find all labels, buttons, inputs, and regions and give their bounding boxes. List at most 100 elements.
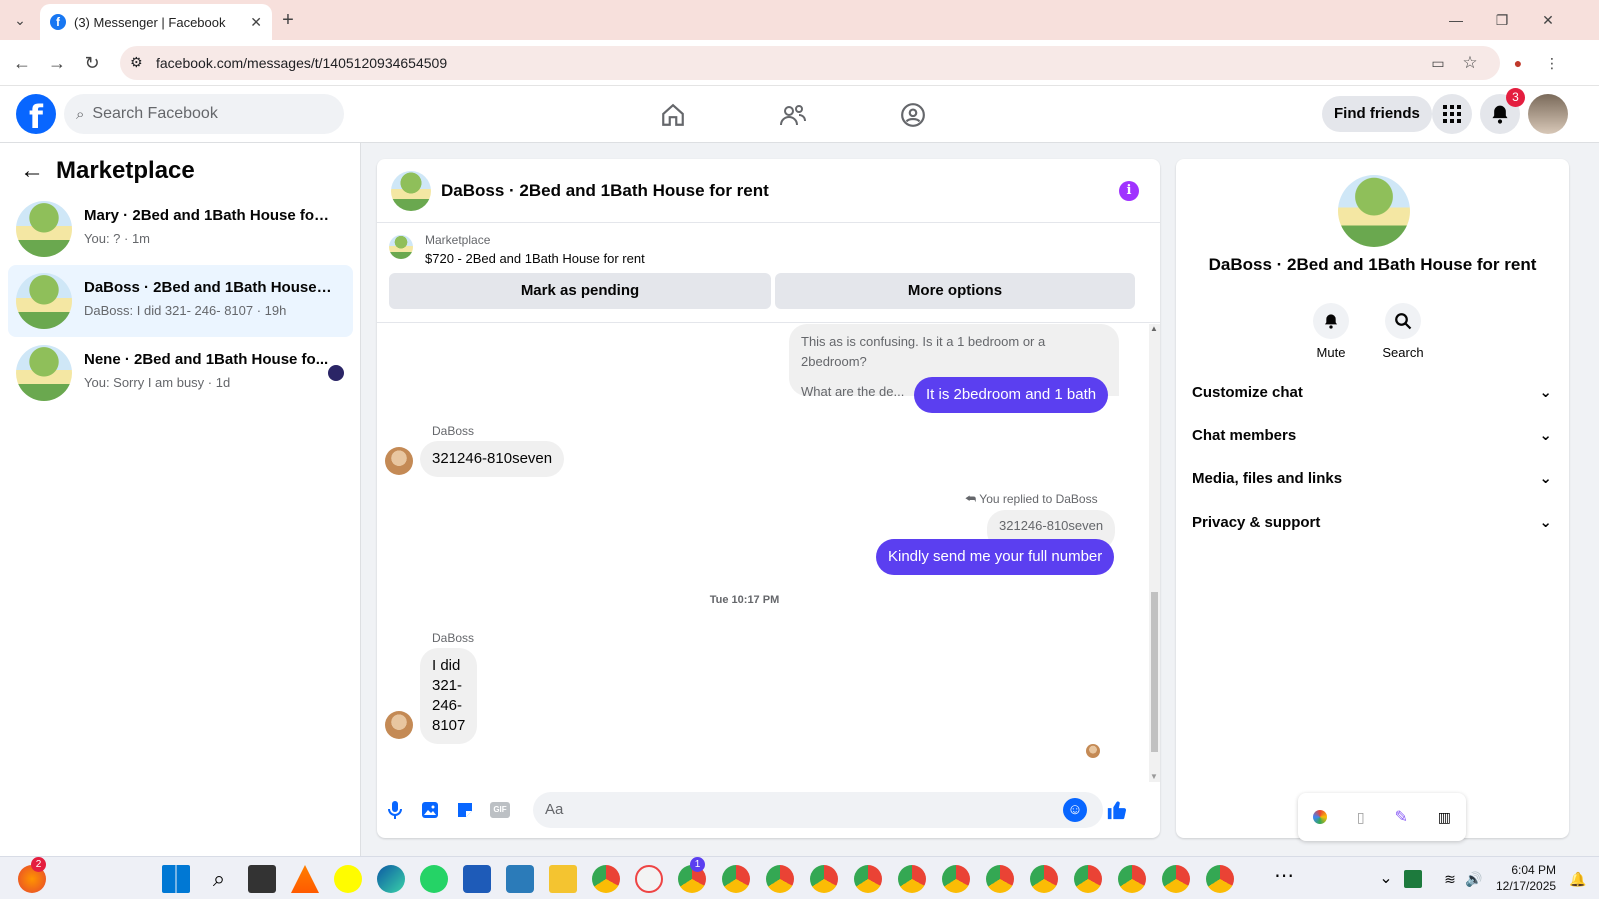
windows-start-icon[interactable] bbox=[162, 865, 190, 893]
chat-title[interactable]: DaBoss · 2Bed and 1Bath House for rent bbox=[441, 181, 769, 201]
photo-icon[interactable] bbox=[418, 798, 442, 822]
facebook-search-input[interactable]: ⌕ Search Facebook bbox=[64, 94, 344, 134]
tray-chevron-icon[interactable]: ⌄ bbox=[1372, 865, 1400, 893]
media-files-links-row[interactable]: Media, files and links ⌄ bbox=[1192, 459, 1552, 499]
taskbar-search-icon[interactable]: ⌕ bbox=[205, 865, 233, 893]
chrome-profile-icon[interactable] bbox=[986, 865, 1014, 893]
snapchat-icon[interactable] bbox=[334, 865, 362, 893]
conversation-item[interactable]: Nene · 2Bed and 1Bath House fo... You: S… bbox=[8, 337, 353, 409]
listing-price-title[interactable]: $720 - 2Bed and 1Bath House for rent bbox=[425, 251, 645, 266]
tab-close-icon[interactable]: ✕ bbox=[250, 14, 262, 31]
forward-arrow-icon[interactable]: → bbox=[45, 51, 69, 75]
monitor-app-icon[interactable] bbox=[506, 865, 534, 893]
vlc-icon[interactable] bbox=[291, 865, 319, 893]
gif-icon[interactable]: GIF bbox=[488, 798, 512, 822]
minimize-icon[interactable]: — bbox=[1444, 8, 1468, 32]
scroll-thumb[interactable] bbox=[1151, 592, 1158, 752]
menu-grid-icon[interactable] bbox=[1432, 94, 1472, 134]
chart-extension-icon[interactable]: ▥ bbox=[1438, 809, 1451, 826]
chrome-profile-icon[interactable] bbox=[898, 865, 926, 893]
conversation-name: Nene · 2Bed and 1Bath House fo... bbox=[84, 351, 329, 368]
chrome-profile-icon[interactable] bbox=[810, 865, 838, 893]
chat-members-row[interactable]: Chat members ⌄ bbox=[1192, 416, 1552, 456]
outgoing-message[interactable]: Kindly send me your full number bbox=[876, 539, 1115, 575]
task-view-icon[interactable] bbox=[248, 865, 276, 893]
mute-button[interactable]: Mute bbox=[1301, 303, 1361, 360]
scroll-up-icon[interactable]: ▲ bbox=[1150, 324, 1158, 333]
groups-icon[interactable] bbox=[896, 98, 930, 132]
more-options-button[interactable]: More options bbox=[775, 273, 1135, 309]
chrome-profile-icon[interactable] bbox=[1030, 865, 1058, 893]
sheets-tray-icon[interactable] bbox=[1404, 870, 1422, 888]
chrome-profile-icon[interactable] bbox=[854, 865, 882, 893]
notification-bell-icon[interactable]: 🔔 bbox=[1566, 865, 1590, 893]
account-avatar[interactable] bbox=[1528, 94, 1568, 134]
more-apps-icon[interactable]: ⋯ bbox=[1270, 865, 1298, 893]
file-explorer-icon[interactable] bbox=[549, 865, 577, 893]
chrome-profile-icon[interactable] bbox=[1118, 865, 1146, 893]
edge-icon[interactable] bbox=[377, 865, 405, 893]
listing-thumbnail[interactable] bbox=[389, 235, 413, 259]
sender-avatar[interactable] bbox=[385, 711, 413, 739]
friends-icon[interactable] bbox=[776, 98, 810, 132]
conversation-item[interactable]: Mary · 2Bed and 1Bath House for r... You… bbox=[8, 193, 353, 265]
new-tab-icon[interactable]: + bbox=[276, 8, 300, 32]
chrome-icon[interactable] bbox=[592, 865, 620, 893]
incoming-message[interactable]: 321246-810seven bbox=[420, 441, 565, 477]
mark-as-pending-button[interactable]: Mark as pending bbox=[389, 273, 771, 309]
chrome-profile-icon[interactable] bbox=[942, 865, 970, 893]
back-arrow-icon[interactable]: ← bbox=[20, 157, 44, 185]
outgoing-message[interactable]: It is 2bedroom and 1 bath bbox=[914, 377, 1109, 413]
bookmark-star-icon[interactable]: ☆ bbox=[1458, 51, 1482, 75]
address-bar[interactable]: ⚙ facebook.com/messages/t/14051209346545… bbox=[120, 46, 1500, 80]
site-info-icon[interactable]: ⚙ bbox=[130, 54, 143, 71]
window-close-icon[interactable]: ✕ bbox=[1536, 8, 1560, 32]
color-extension-icon[interactable] bbox=[1312, 810, 1327, 824]
restore-icon[interactable]: ❐ bbox=[1490, 8, 1514, 32]
clock-time: 6:04 PM bbox=[1511, 863, 1557, 877]
search-conversation-button[interactable]: Search bbox=[1373, 303, 1433, 360]
browser-menu-icon[interactable]: ⋮ bbox=[1540, 51, 1564, 75]
chrome-profile-icon[interactable] bbox=[722, 865, 750, 893]
home-icon[interactable] bbox=[656, 98, 690, 132]
reply-arrow-icon: ⮪ bbox=[965, 492, 977, 506]
chrome-profile-icon[interactable] bbox=[1074, 865, 1102, 893]
whatsapp-icon[interactable] bbox=[420, 865, 448, 893]
emoji-icon[interactable]: ☺ bbox=[1063, 798, 1087, 822]
store-icon[interactable] bbox=[463, 865, 491, 893]
facebook-logo[interactable]: f bbox=[16, 94, 56, 136]
find-friends-button[interactable]: Find friends bbox=[1322, 96, 1432, 132]
chat-avatar[interactable] bbox=[391, 171, 431, 211]
sender-avatar[interactable] bbox=[385, 447, 413, 475]
listing-avatar bbox=[16, 273, 72, 329]
conversation-item-active[interactable]: DaBoss · 2Bed and 1Bath House fo... DaBo… bbox=[8, 265, 353, 337]
customize-chat-row[interactable]: Customize chat ⌄ bbox=[1192, 373, 1552, 413]
app-icon[interactable] bbox=[635, 865, 663, 893]
clipboard-extension-icon[interactable]: ▯ bbox=[1357, 809, 1365, 826]
info-icon[interactable]: i bbox=[1119, 181, 1139, 201]
profile-icon[interactable]: ● bbox=[1506, 51, 1530, 75]
message-scrollbar[interactable]: ▲ ▼ bbox=[1149, 324, 1160, 782]
privacy-support-row[interactable]: Privacy & support ⌄ bbox=[1192, 503, 1552, 543]
incoming-message[interactable]: I did 321- 246- 8107 bbox=[420, 648, 478, 744]
browser-tab[interactable]: f (3) Messenger | Facebook ✕ bbox=[40, 4, 272, 40]
install-app-icon[interactable]: ▭ bbox=[1426, 51, 1450, 75]
conversation-snippet: You: ? · 1m bbox=[84, 231, 151, 246]
volume-icon[interactable]: 🔊 bbox=[1460, 865, 1488, 893]
chrome-profile-icon[interactable] bbox=[766, 865, 794, 893]
tab-search-chevron-icon[interactable]: ⌄ bbox=[8, 8, 32, 32]
bell-icon bbox=[1313, 303, 1349, 339]
back-arrow-icon[interactable]: ← bbox=[10, 51, 34, 75]
chrome-profile-icon[interactable] bbox=[1162, 865, 1190, 893]
system-clock[interactable]: 6:04 PM 12/17/2025 bbox=[1496, 862, 1556, 894]
reload-icon[interactable]: ↻ bbox=[80, 51, 104, 75]
url-text: facebook.com/messages/t/1405120934654509 bbox=[156, 55, 448, 71]
scroll-down-icon[interactable]: ▼ bbox=[1150, 772, 1158, 781]
message-input[interactable]: Aa bbox=[533, 792, 1103, 828]
microphone-icon[interactable] bbox=[383, 798, 407, 822]
like-thumb-icon[interactable] bbox=[1105, 798, 1129, 822]
chat-panel: DaBoss · 2Bed and 1Bath House for rent i… bbox=[377, 159, 1160, 838]
pen-extension-icon[interactable]: ✎ bbox=[1394, 807, 1407, 827]
chrome-profile-icon[interactable] bbox=[1206, 865, 1234, 893]
sticker-icon[interactable] bbox=[453, 798, 477, 822]
